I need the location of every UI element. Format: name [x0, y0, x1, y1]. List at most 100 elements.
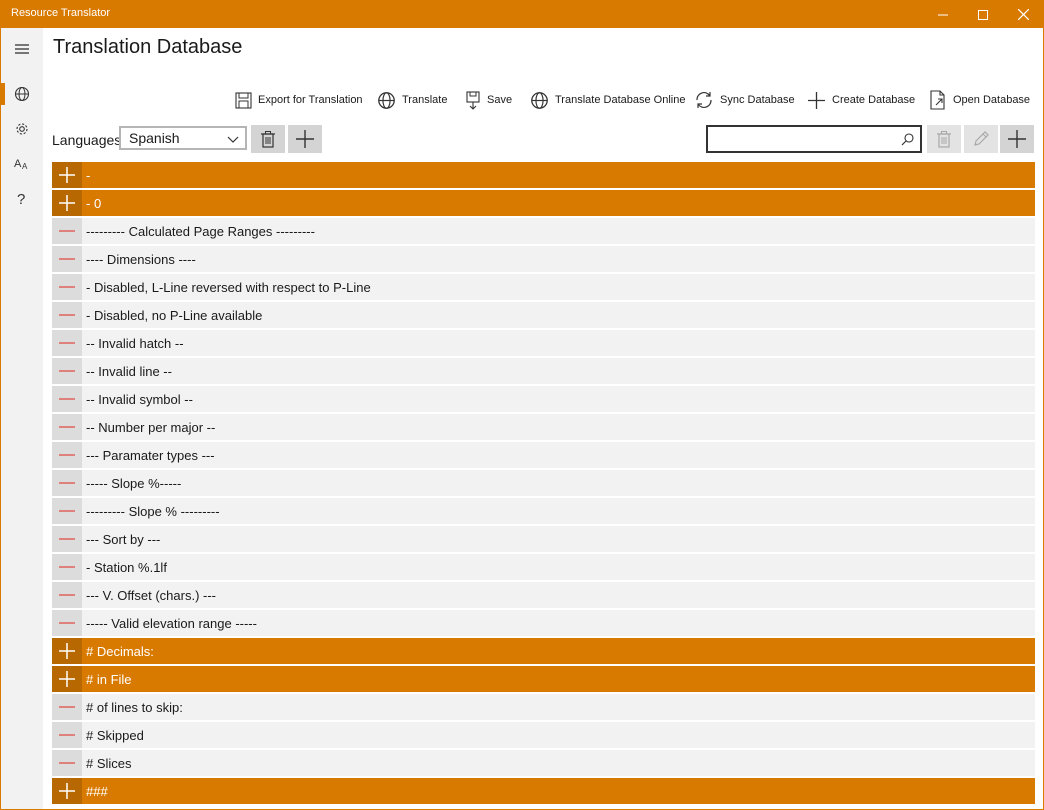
entry-row[interactable]: --- Sort by ---: [52, 526, 1035, 552]
remove-button[interactable]: [52, 386, 82, 412]
entry-row[interactable]: # of lines to skip:: [52, 694, 1035, 720]
remove-button[interactable]: [52, 358, 82, 384]
remove-button[interactable]: [52, 498, 82, 524]
remove-button[interactable]: [52, 554, 82, 580]
svg-text:A: A: [22, 162, 28, 171]
minimize-button[interactable]: [923, 1, 963, 28]
row-label: - Disabled, no P-Line available: [86, 307, 263, 323]
minus-icon: [59, 538, 75, 540]
minus-icon: [59, 426, 75, 428]
remove-button[interactable]: [52, 302, 82, 328]
entry-row[interactable]: --------- Calculated Page Ranges -------…: [52, 218, 1035, 244]
remove-button[interactable]: [52, 750, 82, 776]
open-database-label: Open Database: [953, 94, 1031, 106]
expand-button[interactable]: [52, 778, 82, 804]
remove-button[interactable]: [52, 526, 82, 552]
remove-button[interactable]: [52, 722, 82, 748]
row-label: # Decimals:: [86, 643, 154, 659]
row-label: --- Sort by ---: [86, 531, 161, 547]
sidebar-item-settings[interactable]: [1, 112, 43, 146]
entry-row[interactable]: ---- Dimensions ----: [52, 246, 1035, 272]
languages-label: Languages: [52, 132, 122, 148]
remove-button[interactable]: [52, 442, 82, 468]
export-button[interactable]: Export for Translation: [235, 89, 363, 111]
sidebar-item-font[interactable]: A A: [1, 146, 43, 180]
group-row[interactable]: - 0: [52, 190, 1035, 216]
remove-button[interactable]: [52, 610, 82, 636]
entry-row[interactable]: ----- Slope %-----: [52, 470, 1035, 496]
expand-button[interactable]: [52, 162, 82, 188]
translate-online-button[interactable]: Translate Database Online: [530, 89, 685, 111]
delete-entry-button[interactable]: [927, 125, 961, 153]
entry-list: - - 0 --------- Calculated Page Ranges ---…: [52, 162, 1035, 806]
edit-entry-button[interactable]: [964, 125, 998, 153]
sidebar-menu-button[interactable]: [1, 32, 43, 66]
minus-icon: [59, 510, 75, 512]
row-label: --------- Calculated Page Ranges -------…: [86, 223, 315, 239]
remove-button[interactable]: [52, 470, 82, 496]
sidebar-item-translations[interactable]: [1, 77, 43, 111]
remove-button[interactable]: [52, 218, 82, 244]
minus-icon: [59, 566, 75, 568]
expand-button[interactable]: [52, 666, 82, 692]
entry-row[interactable]: - Disabled, no P-Line available: [52, 302, 1035, 328]
row-label: --- V. Offset (chars.) ---: [86, 587, 217, 603]
title-bar[interactable]: Resource Translator: [1, 1, 1043, 28]
row-label: -- Invalid symbol --: [86, 391, 193, 407]
entry-row[interactable]: - Disabled, L-Line reversed with respect…: [52, 274, 1035, 300]
minus-icon: [59, 706, 75, 708]
search-icon: [901, 133, 914, 146]
close-button[interactable]: [1003, 1, 1043, 28]
sync-button[interactable]: Sync Database: [694, 89, 795, 111]
sidebar-item-help[interactable]: ?: [1, 181, 43, 215]
remove-button[interactable]: [52, 246, 82, 272]
group-row[interactable]: # in File: [52, 666, 1035, 692]
entry-row[interactable]: --- Paramater types ---: [52, 442, 1035, 468]
delete-language-button[interactable]: [251, 125, 285, 153]
minus-icon: [59, 370, 75, 372]
entry-row[interactable]: ----- Valid elevation range -----: [52, 610, 1035, 636]
expand-button[interactable]: [52, 638, 82, 664]
remove-button[interactable]: [52, 582, 82, 608]
entry-row[interactable]: - Station %.1lf: [52, 554, 1035, 580]
create-database-button[interactable]: Create Database: [807, 89, 915, 111]
translate-button[interactable]: Translate: [377, 89, 447, 111]
row-label: - Station %.1lf: [86, 559, 167, 575]
svg-text:?: ?: [17, 191, 25, 206]
entry-row[interactable]: -- Invalid symbol --: [52, 386, 1035, 412]
row-label: ----- Valid elevation range -----: [86, 615, 257, 631]
entry-row[interactable]: -- Invalid hatch --: [52, 330, 1035, 356]
entry-row[interactable]: --- V. Offset (chars.) ---: [52, 582, 1035, 608]
group-row[interactable]: # Decimals:: [52, 638, 1035, 664]
entry-row[interactable]: -- Invalid line --: [52, 358, 1035, 384]
add-language-button[interactable]: [288, 125, 322, 153]
save-button[interactable]: Save: [465, 89, 512, 111]
minus-icon: [59, 230, 75, 232]
plus-icon: [59, 167, 75, 183]
remove-button[interactable]: [52, 694, 82, 720]
translate-online-label: Translate Database Online: [555, 94, 686, 106]
expand-button[interactable]: [52, 190, 82, 216]
entry-row[interactable]: --------- Slope % ---------: [52, 498, 1035, 524]
maximize-icon: [978, 9, 988, 20]
entry-row[interactable]: -- Number per major --: [52, 414, 1035, 440]
language-dropdown[interactable]: Spanish: [119, 126, 247, 150]
maximize-button[interactable]: [963, 1, 1003, 28]
group-row[interactable]: ###: [52, 778, 1035, 804]
row-label: # of lines to skip:: [86, 699, 183, 715]
entry-row[interactable]: # Slices: [52, 750, 1035, 776]
sync-label: Sync Database: [720, 94, 795, 106]
minus-icon: [59, 286, 75, 288]
open-database-button[interactable]: Open Database: [929, 89, 1030, 111]
search-input[interactable]: [714, 127, 898, 151]
plus-icon: [59, 671, 75, 687]
entry-row[interactable]: # Skipped: [52, 722, 1035, 748]
remove-button[interactable]: [52, 414, 82, 440]
search-field[interactable]: [706, 125, 922, 153]
export-label: Export for Translation: [258, 94, 363, 106]
row-label: -- Number per major --: [86, 419, 216, 435]
add-entry-button[interactable]: [1000, 125, 1034, 153]
remove-button[interactable]: [52, 330, 82, 356]
remove-button[interactable]: [52, 274, 82, 300]
group-row[interactable]: -: [52, 162, 1035, 188]
